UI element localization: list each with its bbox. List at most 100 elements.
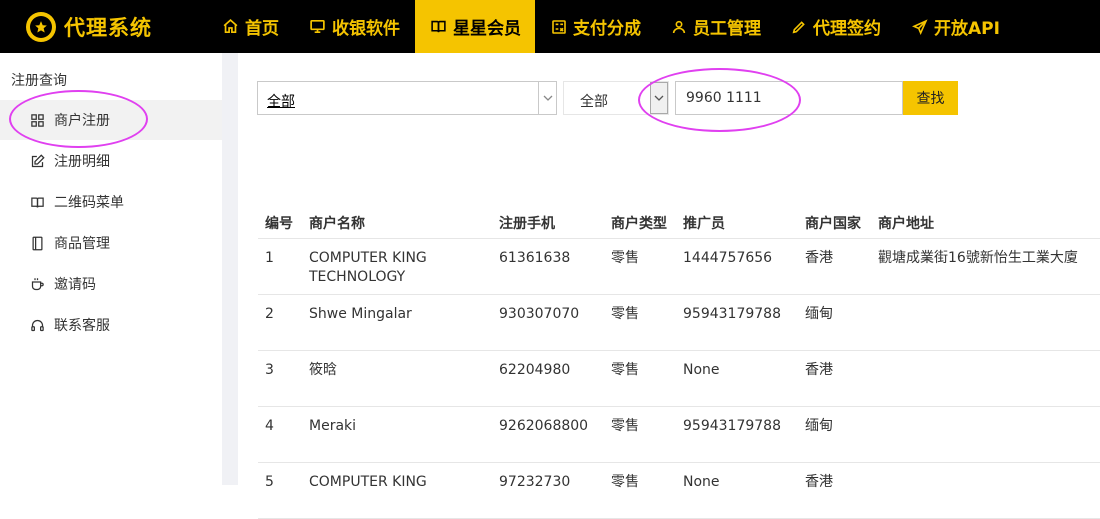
cell-promoter: 95943179788 [683, 306, 781, 322]
brand[interactable]: 代理系统 [26, 10, 152, 44]
nav-home[interactable]: 首页 [222, 0, 279, 53]
sidebar-item-qr-menu[interactable]: 二维码菜单 [0, 182, 222, 222]
book-icon [430, 18, 447, 35]
table-header: 编号 商户名称 注册手机 商户类型 推广员 商户国家 商户地址 [258, 202, 1100, 239]
nav-label: 代理签约 [813, 19, 881, 39]
table-row[interactable]: 3 筱晗 62204980 零售 None 香港 [258, 351, 1100, 407]
search-input[interactable] [675, 81, 903, 115]
nav-label: 员工管理 [693, 19, 761, 39]
cell-merchant-name: Shwe Mingalar [309, 306, 412, 322]
chevron-down-icon[interactable] [538, 82, 556, 114]
cell-country: 香港 [805, 474, 833, 490]
sidebar-item-label: 商户注册 [54, 113, 110, 129]
content-divider [222, 53, 238, 485]
search-button[interactable]: 查找 [903, 81, 958, 115]
edit-icon [29, 153, 45, 169]
table-row[interactable]: 5 COMPUTER KING 97232730 零售 None 香港 [258, 463, 1100, 519]
column-header: 注册手机 [499, 216, 555, 232]
select-value: 全部 [267, 94, 295, 110]
merchant-type-select[interactable]: 全部 [257, 81, 557, 115]
star-logo-icon [26, 12, 56, 42]
cell-merchant-name: 筱晗 [309, 362, 337, 378]
cell-type: 零售 [611, 362, 639, 378]
nav-label: 首页 [245, 19, 279, 39]
table-row[interactable]: 2 Shwe Mingalar 930307070 零售 95943179788… [258, 295, 1100, 351]
tablet-icon [29, 235, 45, 251]
home-icon [222, 18, 239, 35]
sidebar-item-invite-code[interactable]: 邀请码 [0, 264, 222, 304]
sidebar-item-product-management[interactable]: 商品管理 [0, 223, 222, 263]
top-nav-bar: 代理系统 首页 收银软件 星星会员 支付分成 员工管理 代理签约 开放API [0, 0, 1100, 53]
sidebar-item-label: 注册明细 [54, 154, 110, 170]
cell-merchant-name: Meraki [309, 418, 357, 434]
cell-promoter: 1444757656 [683, 250, 773, 266]
chevron-down-icon[interactable] [650, 82, 668, 114]
nav-pos-software[interactable]: 收银软件 [309, 0, 400, 53]
cell-phone: 62204980 [499, 362, 571, 378]
cell-promoter: 95943179788 [683, 418, 781, 434]
nav-label: 收银软件 [332, 19, 400, 39]
column-header: 商户地址 [878, 216, 934, 232]
cell-country: 缅甸 [805, 306, 833, 322]
nav-star-member[interactable]: 星星会员 [415, 0, 535, 53]
table-row[interactable]: 1 COMPUTER KING TECHNOLOGY 61361638 零售 1… [258, 239, 1100, 295]
name-line: COMPUTER KING [309, 250, 427, 266]
sidebar-group-title: 注册查询 [11, 73, 67, 89]
send-icon [912, 18, 928, 35]
column-header: 商户国家 [805, 216, 861, 232]
cell-merchant-name: COMPUTER KING TECHNOLOGY [309, 249, 427, 287]
cup-icon [29, 276, 45, 292]
cell-type: 零售 [611, 250, 639, 266]
cell-number: 4 [265, 418, 274, 434]
cell-type: 零售 [611, 306, 639, 322]
nav-staff-management[interactable]: 员工管理 [671, 0, 761, 53]
cell-country: 香港 [805, 250, 833, 266]
column-header: 编号 [265, 216, 293, 232]
cell-number: 3 [265, 362, 274, 378]
cell-number: 5 [265, 474, 274, 490]
cell-phone: 9262068800 [499, 418, 589, 434]
cell-promoter: None [683, 474, 720, 490]
sidebar-item-register-details[interactable]: 注册明细 [0, 141, 222, 181]
sidebar-item-label: 二维码菜单 [54, 195, 124, 211]
merchant-table: 编号 商户名称 注册手机 商户类型 推广员 商户国家 商户地址 1 COMPUT… [258, 202, 1100, 519]
cell-promoter: None [683, 362, 720, 378]
grid-icon [29, 112, 45, 128]
cell-merchant-name: COMPUTER KING [309, 474, 427, 490]
sidebar-item-merchant-register[interactable]: 商户注册 [0, 100, 222, 140]
column-header: 商户类型 [611, 216, 667, 232]
cell-number: 2 [265, 306, 274, 322]
select-value: 全部 [580, 94, 608, 110]
cell-phone: 97232730 [499, 474, 571, 490]
cell-number: 1 [265, 250, 274, 266]
user-icon [671, 19, 687, 35]
cell-phone: 61361638 [499, 250, 571, 266]
sidebar-item-label: 商品管理 [54, 236, 110, 252]
book-icon [29, 194, 45, 210]
country-select[interactable]: 全部 [563, 81, 669, 115]
nav-agent-signing[interactable]: 代理签约 [791, 0, 881, 53]
name-line: TECHNOLOGY [309, 269, 406, 285]
column-header: 推广员 [683, 216, 725, 232]
cell-country: 缅甸 [805, 418, 833, 434]
cell-phone: 930307070 [499, 306, 580, 322]
cell-type: 零售 [611, 418, 639, 434]
sidebar-item-customer-service[interactable]: 联系客服 [0, 305, 222, 345]
column-header: 商户名称 [309, 216, 365, 232]
calculator-icon [551, 19, 567, 35]
cell-type: 零售 [611, 474, 639, 490]
nav-label: 支付分成 [573, 19, 641, 39]
pen-icon [791, 19, 807, 35]
app-title: 代理系统 [64, 16, 152, 40]
headset-icon [29, 317, 45, 333]
cell-country: 香港 [805, 362, 833, 378]
nav-payment-share[interactable]: 支付分成 [551, 0, 641, 53]
sidebar-item-label: 邀请码 [54, 277, 96, 293]
sidebar-item-label: 联系客服 [54, 318, 110, 334]
table-row[interactable]: 4 Meraki 9262068800 零售 95943179788 缅甸 [258, 407, 1100, 463]
monitor-icon [309, 18, 326, 35]
nav-open-api[interactable]: 开放API [912, 0, 1000, 53]
sidebar: 注册查询 商户注册 注册明细 二维码菜单 商品管理 邀请码 联系客服 [0, 53, 222, 485]
nav-label: 开放API [934, 19, 1000, 39]
cell-address: 觀塘成業街16號新怡生工業大廈 [878, 250, 1078, 266]
